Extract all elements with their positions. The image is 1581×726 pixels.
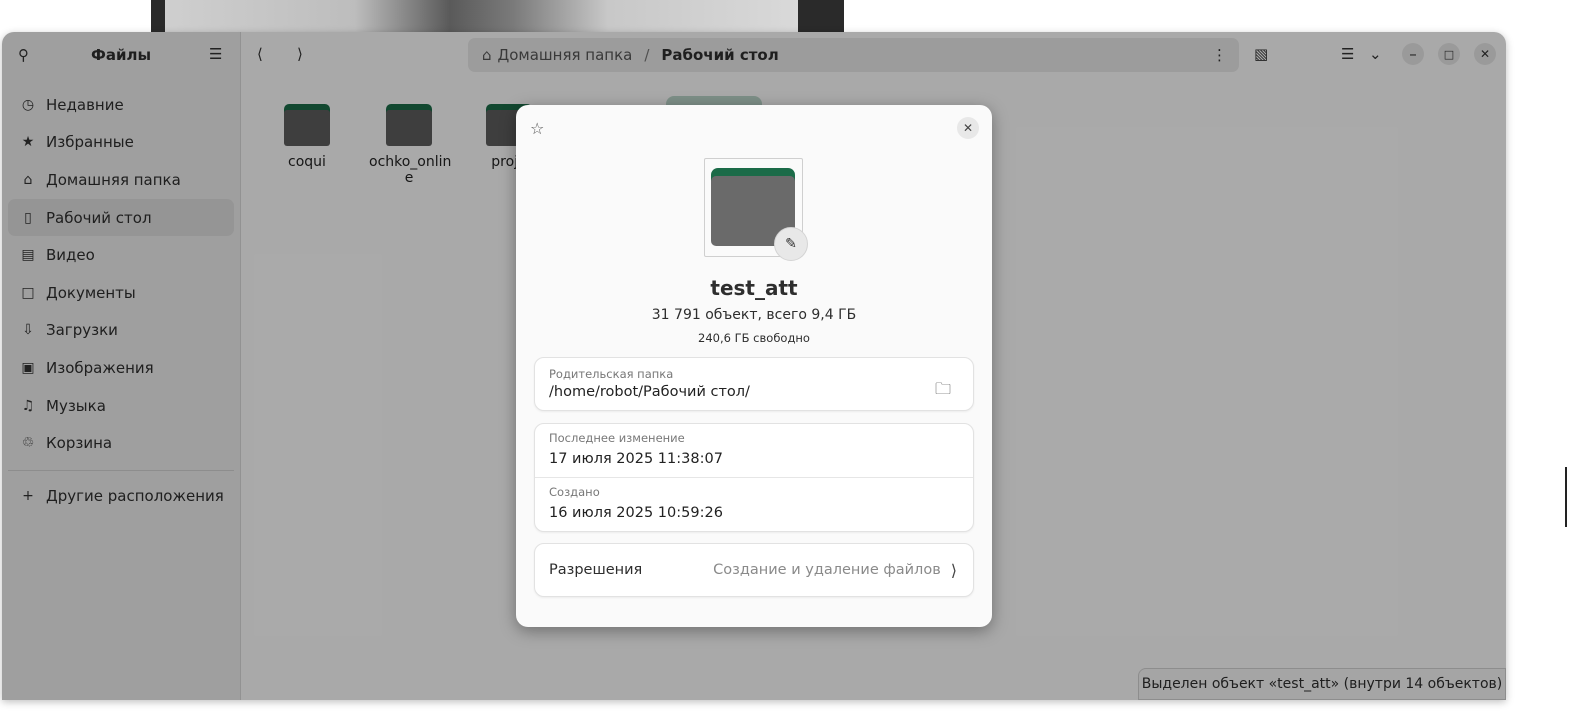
modified-label: Последнее изменение <box>549 431 685 445</box>
parent-folder-card: Родительская папка /home/robot/Рабочий с… <box>534 357 974 411</box>
folder-name: test_att <box>710 276 798 300</box>
parent-folder-label: Родительская папка <box>549 367 674 381</box>
star-icon[interactable]: ☆ <box>530 119 544 138</box>
folder-summary: 31 791 объект, всего 9,4 ГБ <box>651 307 857 323</box>
background-edge <box>1565 467 1567 527</box>
chevron-right-icon: ⟩ <box>950 560 957 580</box>
background-video-strip <box>151 0 844 34</box>
permissions-value: Создание и удаление файлов <box>713 562 941 578</box>
free-space: 240,6 ГБ свободно <box>698 331 810 345</box>
modified-value: 17 июля 2025 11:38:07 <box>549 451 723 467</box>
edit-icon[interactable]: ✎ <box>774 227 808 261</box>
created-value: 16 июля 2025 10:59:26 <box>549 505 723 521</box>
created-label: Создано <box>549 485 600 499</box>
permissions-label: Разрешения <box>549 562 643 578</box>
background-photo <box>165 0 798 34</box>
permissions-row[interactable]: Разрешения Создание и удаление файлов ⟩ <box>534 543 974 597</box>
properties-dialog: ☆ ✕ ✎ test_att 31 791 объект, всего 9,4 … <box>516 105 992 627</box>
close-icon[interactable]: ✕ <box>957 117 979 139</box>
dates-card: Последнее изменение 17 июля 2025 11:38:0… <box>534 423 974 532</box>
open-folder-icon[interactable]: 🗀 <box>935 378 951 405</box>
parent-folder-value: /home/robot/Рабочий стол/ <box>549 384 750 400</box>
